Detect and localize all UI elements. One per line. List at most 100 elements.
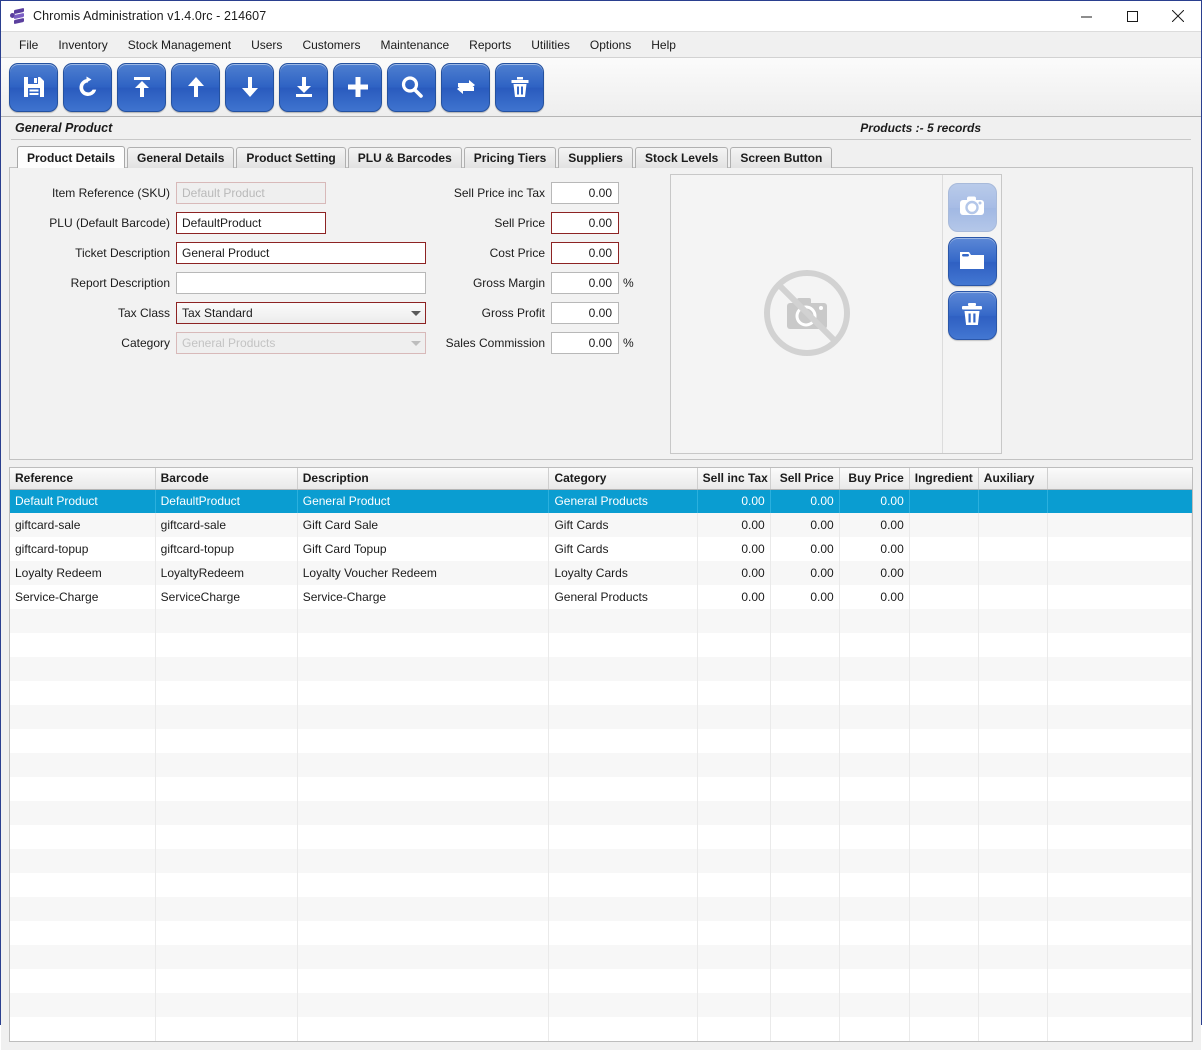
column-header-reference[interactable]: Reference	[10, 468, 156, 490]
column-header-sell-price[interactable]: Sell Price	[770, 468, 840, 490]
table-row-empty[interactable]	[10, 1017, 1192, 1041]
table-cell[interactable]	[978, 537, 1048, 561]
table-cell[interactable]: Gift Cards	[548, 513, 698, 537]
menu-users[interactable]: Users	[241, 34, 292, 56]
add-record-button[interactable]	[333, 62, 382, 112]
table-row-empty[interactable]	[10, 801, 1192, 825]
ticket-description-input[interactable]: General Product	[176, 242, 426, 264]
table-row[interactable]: giftcard-topup giftcard-topup Gift Card To…	[10, 537, 1192, 561]
sell-price-input[interactable]: 0.00	[551, 212, 619, 234]
table-row-empty[interactable]	[10, 681, 1192, 705]
table-cell[interactable]	[978, 489, 1048, 513]
previous-record-button[interactable]	[171, 62, 220, 112]
table-cell[interactable]	[1047, 513, 1192, 537]
table-cell[interactable]: 0.00	[839, 513, 910, 537]
table-cell[interactable]: Gift Cards	[548, 537, 698, 561]
table-row-empty[interactable]	[10, 849, 1192, 873]
table-cell[interactable]: Loyalty Cards	[548, 561, 698, 585]
menu-maintenance[interactable]: Maintenance	[370, 34, 459, 56]
table-cell[interactable]: 0.00	[697, 585, 771, 609]
product-image-preview[interactable]	[671, 175, 943, 453]
table-row-empty[interactable]	[10, 657, 1192, 681]
table-cell[interactable]: General Products	[548, 489, 698, 513]
browse-image-button[interactable]	[947, 237, 997, 286]
column-header-barcode[interactable]: Barcode	[155, 468, 298, 490]
table-row[interactable]: giftcard-sale giftcard-sale Gift Card Sale…	[10, 513, 1192, 537]
table-cell[interactable]: 0.00	[697, 537, 771, 561]
first-record-button[interactable]	[117, 62, 166, 112]
products-table-container[interactable]: Reference Barcode Description Category Sell …	[9, 467, 1193, 1042]
tab-general-details[interactable]: General Details	[127, 147, 235, 168]
menu-help[interactable]: Help	[641, 34, 686, 56]
table-row[interactable]: Loyalty Redeem LoyaltyRedeem Loyalty Vouch…	[10, 561, 1192, 585]
delete-image-button[interactable]	[947, 291, 997, 340]
menu-inventory[interactable]: Inventory	[48, 34, 117, 56]
table-cell[interactable]: Default Product	[10, 489, 156, 513]
menu-options[interactable]: Options	[580, 34, 641, 56]
table-cell[interactable]: 0.00	[770, 489, 840, 513]
close-button[interactable]	[1155, 1, 1201, 31]
table-cell[interactable]: LoyaltyRedeem	[155, 561, 298, 585]
table-cell[interactable]: giftcard-topup	[155, 537, 298, 561]
tab-plu-barcodes[interactable]: PLU & Barcodes	[347, 147, 462, 168]
gross-margin-input[interactable]: 0.00	[551, 272, 619, 294]
sell-price-inc-tax-input[interactable]: 0.00	[551, 182, 619, 204]
tab-product-details[interactable]: Product Details	[17, 146, 126, 168]
report-description-input[interactable]	[176, 272, 426, 294]
table-cell[interactable]	[909, 537, 979, 561]
table-cell[interactable]: Loyalty Voucher Redeem	[297, 561, 550, 585]
item-reference-input[interactable]: Default Product	[176, 182, 326, 204]
table-cell[interactable]: General Products	[548, 585, 698, 609]
save-button[interactable]	[9, 62, 58, 112]
table-cell[interactable]: 0.00	[839, 561, 910, 585]
table-cell[interactable]	[909, 585, 979, 609]
column-header-sell-inc-tax[interactable]: Sell inc Tax	[697, 468, 771, 490]
table-cell[interactable]	[1047, 585, 1192, 609]
column-header-category[interactable]: Category	[548, 468, 698, 490]
table-cell[interactable]: 0.00	[770, 585, 840, 609]
table-cell[interactable]: giftcard-sale	[10, 513, 156, 537]
table-row-empty[interactable]	[10, 633, 1192, 657]
column-header-filler[interactable]	[1047, 468, 1192, 490]
table-cell[interactable]	[1047, 489, 1192, 513]
table-cell[interactable]: ServiceCharge	[155, 585, 298, 609]
table-cell[interactable]: 0.00	[839, 537, 910, 561]
table-cell[interactable]: 0.00	[839, 585, 910, 609]
menu-stock-management[interactable]: Stock Management	[118, 34, 241, 56]
table-cell[interactable]: General Product	[297, 489, 550, 513]
column-header-auxiliary[interactable]: Auxiliary	[978, 468, 1048, 490]
cost-price-input[interactable]: 0.00	[551, 242, 619, 264]
tab-pricing-tiers[interactable]: Pricing Tiers	[463, 147, 557, 168]
column-header-description[interactable]: Description	[297, 468, 550, 490]
next-record-button[interactable]	[225, 62, 274, 112]
category-select[interactable]: General Products	[176, 332, 426, 354]
table-cell[interactable]: 0.00	[770, 537, 840, 561]
table-row-empty[interactable]	[10, 609, 1192, 633]
capture-image-button[interactable]	[947, 183, 997, 232]
table-row-empty[interactable]	[10, 705, 1192, 729]
table-cell[interactable]: DefaultProduct	[155, 489, 298, 513]
table-cell[interactable]: giftcard-topup	[10, 537, 156, 561]
table-cell[interactable]: Service-Charge	[10, 585, 156, 609]
maximize-button[interactable]	[1109, 1, 1155, 31]
gross-profit-input[interactable]: 0.00	[551, 302, 619, 324]
table-cell[interactable]: 0.00	[839, 489, 910, 513]
table-cell[interactable]	[909, 513, 979, 537]
column-header-ingredient[interactable]: Ingredient	[909, 468, 979, 490]
menu-reports[interactable]: Reports	[459, 34, 521, 56]
last-record-button[interactable]	[279, 62, 328, 112]
table-row[interactable]: Default Product DefaultProduct General Pro…	[10, 489, 1192, 513]
plu-input[interactable]: DefaultProduct	[176, 212, 326, 234]
table-row-empty[interactable]	[10, 969, 1192, 993]
table-cell[interactable]: Gift Card Topup	[297, 537, 550, 561]
tax-class-select[interactable]: Tax Standard	[176, 302, 426, 324]
table-row-empty[interactable]	[10, 921, 1192, 945]
table-cell[interactable]: giftcard-sale	[155, 513, 298, 537]
table-cell[interactable]	[978, 561, 1048, 585]
table-cell[interactable]: 0.00	[697, 513, 771, 537]
tab-suppliers[interactable]: Suppliers	[558, 147, 633, 168]
table-row-empty[interactable]	[10, 729, 1192, 753]
sync-button[interactable]	[441, 62, 490, 112]
menu-file[interactable]: File	[9, 34, 48, 56]
table-cell[interactable]	[909, 489, 979, 513]
